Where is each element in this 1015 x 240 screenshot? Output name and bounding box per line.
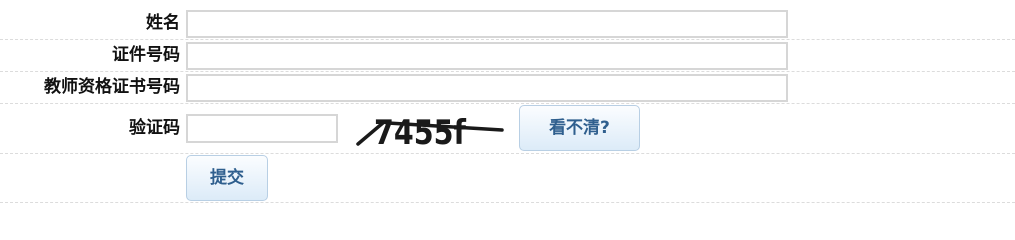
id-number-input[interactable] [186, 42, 788, 70]
submit-button[interactable]: 提交 [186, 155, 268, 201]
name-input[interactable] [186, 10, 788, 38]
certificate-number-label: 教师资格证书号码 [44, 77, 180, 97]
query-form: 姓名 证件号码 教师资格证书号码 验证码 7455f 看不清? 提交 [0, 0, 1015, 203]
id-number-label: 证件号码 [112, 45, 180, 65]
captcha-input[interactable] [186, 114, 338, 143]
captcha-label: 验证码 [129, 118, 180, 138]
name-label: 姓名 [146, 13, 180, 33]
certificate-number-row: 教师资格证书号码 [0, 72, 1015, 104]
certificate-number-input[interactable] [186, 74, 788, 102]
captcha-image[interactable]: 7455f [354, 110, 504, 150]
refresh-captcha-button[interactable]: 看不清? [519, 105, 640, 151]
captcha-row: 验证码 7455f 看不清? [0, 104, 1015, 154]
captcha-code: 7455f [374, 113, 467, 150]
name-row: 姓名 [0, 8, 1015, 40]
id-number-row: 证件号码 [0, 40, 1015, 72]
submit-row: 提交 [0, 154, 1015, 203]
